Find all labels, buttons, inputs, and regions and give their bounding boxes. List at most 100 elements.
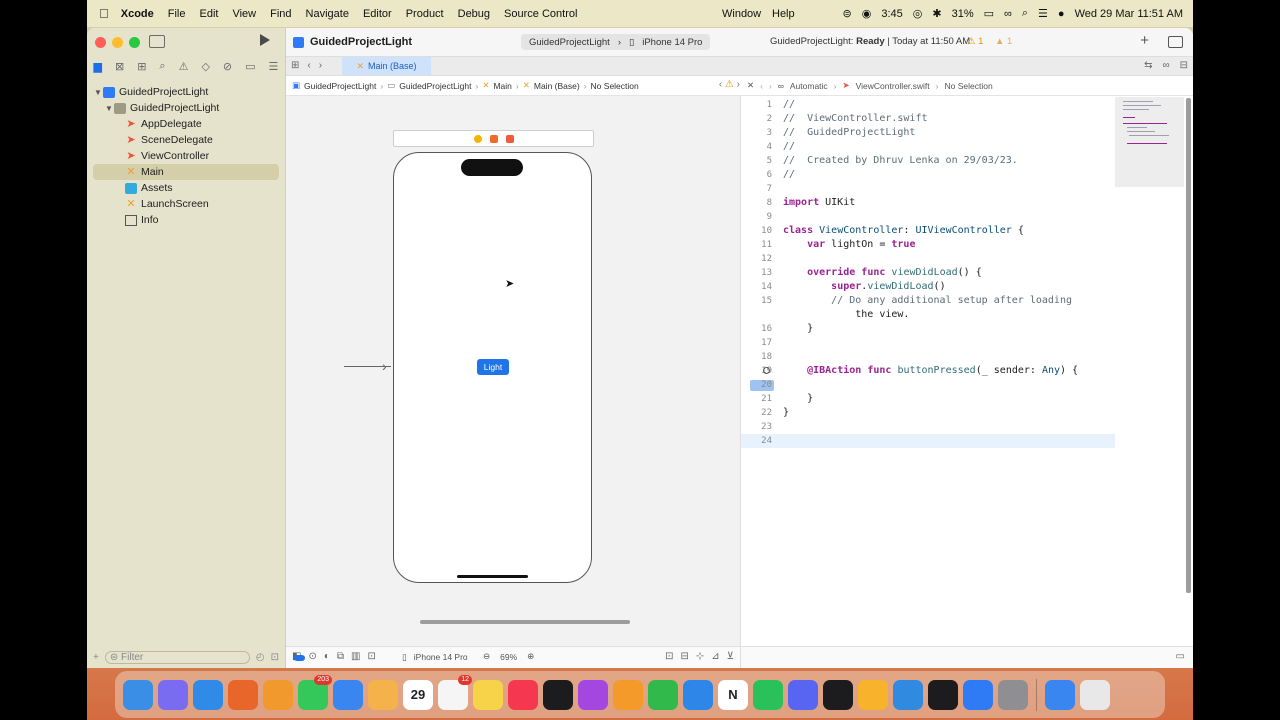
menu-product[interactable]: Product (406, 8, 444, 20)
code-line[interactable]: the view. (741, 308, 1115, 322)
code-line[interactable]: 1 // (741, 98, 1115, 112)
calendar-icon[interactable]: 29 (403, 679, 433, 710)
line-number[interactable]: 11 (741, 238, 772, 252)
jump-item[interactable]: Automatic (790, 81, 828, 91)
code-line[interactable]: 3 // GuidedProjectLight (741, 126, 1115, 140)
jump-item[interactable]: No Selection (945, 81, 993, 91)
notes-icon[interactable] (473, 679, 503, 710)
system-settings-icon[interactable] (998, 679, 1028, 710)
link-icon[interactable]: ∞ (1162, 60, 1169, 71)
code-line[interactable]: 2 // ViewController.swift (741, 112, 1115, 126)
numbers-icon[interactable] (648, 679, 678, 710)
line-number[interactable]: 21 (741, 392, 772, 406)
terminal-icon[interactable] (823, 679, 853, 710)
line-number[interactable]: 22 (741, 406, 772, 420)
line-number[interactable]: 9 (741, 210, 772, 224)
filter-options-icon[interactable]: ⊜ (110, 652, 118, 663)
launchpad-icon[interactable] (158, 679, 188, 710)
code-line[interactable]: 16 } (741, 322, 1115, 336)
line-number[interactable]: 4 (741, 140, 772, 154)
close-icon[interactable]: ✕ (747, 80, 754, 91)
first-responder-icon[interactable] (489, 134, 498, 143)
line-number[interactable]: 23 (741, 420, 772, 434)
bluetooth-icon[interactable]: ✱ (932, 7, 941, 20)
line-number[interactable]: 6 (741, 168, 772, 182)
music-icon[interactable] (508, 679, 538, 710)
tree-item-info[interactable]: Info (93, 212, 279, 228)
jump-item[interactable]: ViewController.swift (856, 81, 930, 91)
line-number[interactable]: 16 (741, 322, 772, 336)
line-number[interactable]: 13 (741, 266, 772, 280)
line-number[interactable]: 18 (741, 350, 772, 364)
filter-scm-icon[interactable]: ⊡ (271, 652, 279, 663)
jump-item[interactable]: GuidedProjectLight (304, 81, 376, 91)
chevron-down-icon[interactable]: ▼ (104, 104, 114, 113)
tree-item-appdelegate[interactable]: ➤ AppDelegate (93, 116, 279, 132)
code-line[interactable]: 13 override func viewDidLoad() { (741, 266, 1115, 280)
control-center-icon[interactable]: ☰ (1038, 7, 1048, 20)
code-line[interactable]: 17 (741, 336, 1115, 350)
menu-source-control[interactable]: Source Control (504, 8, 577, 20)
code-line[interactable]: 11 var lightOn = true (741, 238, 1115, 252)
code-line[interactable]: 12 (741, 252, 1115, 266)
jump-item[interactable]: Main (Base) (534, 81, 580, 91)
menu-edit[interactable]: Edit (200, 8, 219, 20)
code-line[interactable]: 22} (741, 406, 1115, 420)
run-destination-label[interactable]: iPhone 14 Pro (642, 37, 702, 48)
line-number[interactable]: 12 (741, 252, 772, 266)
source-control-tab-icon[interactable]: ⊠ (115, 60, 124, 73)
line-number[interactable]: 17 (741, 336, 772, 350)
toggle-inspector-icon[interactable] (1168, 36, 1183, 48)
forward-arrow-icon[interactable]: › (319, 60, 322, 71)
code-line[interactable]: 4 // (741, 140, 1115, 154)
code-line[interactable]: 24 (741, 434, 1115, 448)
menu-find[interactable]: Find (270, 8, 291, 20)
light-button[interactable]: Light (477, 359, 509, 375)
line-number[interactable]: 7 (741, 182, 772, 196)
code-line[interactable]: 19 @IBAction func buttonPressed(_ sender… (741, 364, 1115, 378)
line-number[interactable]: 8 (741, 196, 772, 210)
whatsapp-icon[interactable] (753, 679, 783, 710)
forward-arrow-icon[interactable]: › (769, 81, 772, 91)
reminders-icon[interactable]: 12 (438, 674, 472, 710)
menu-debug[interactable]: Debug (458, 8, 490, 20)
horizontal-scrollbar[interactable] (420, 620, 630, 624)
intellij-icon[interactable] (928, 679, 958, 710)
code-line[interactable]: 8 import UIKit (741, 196, 1115, 210)
source-code[interactable]: 1 // 2 // ViewController.swift 3 // GuidedPro… (741, 98, 1115, 448)
report-navigator-tab-icon[interactable]: ☰ (269, 60, 279, 73)
symbol-navigator-tab-icon[interactable]: ⊞ (137, 60, 146, 73)
menu-app-name[interactable]: Xcode (121, 8, 154, 20)
tree-item-scenedelegate[interactable]: ➤ SceneDelegate (93, 132, 279, 148)
debug-navigator-tab-icon[interactable]: ⊘ (223, 60, 232, 73)
issue-navigator-tab-icon[interactable]: ⚠ (179, 60, 189, 73)
mail-icon[interactable] (333, 679, 363, 710)
assistant-code-editor[interactable]: ✕ ‹ › ∞ Automatic › ➤ ViewController.swi… (741, 76, 1193, 668)
link-icon[interactable]: ∞ (778, 81, 784, 91)
podcasts-icon[interactable] (578, 679, 608, 710)
menu-help[interactable]: Help (772, 8, 795, 20)
close-window-button[interactable] (95, 37, 106, 48)
filter-input[interactable]: ⊜ Filter (104, 650, 250, 664)
tree-item-launchscreen[interactable]: ✕ LaunchScreen (93, 196, 279, 212)
finder-icon[interactable] (123, 679, 153, 710)
tree-item-project[interactable]: ▼ GuidedProjectLight (93, 84, 279, 100)
line-number[interactable]: 15 (741, 294, 772, 308)
line-number[interactable]: 2 (741, 112, 772, 126)
code-line[interactable]: 20 (741, 378, 1115, 392)
breakpoint-navigator-tab-icon[interactable]: ▭ (245, 60, 255, 73)
firefox-icon[interactable] (228, 679, 258, 710)
books-icon[interactable] (263, 679, 293, 710)
airdrop-icon[interactable]: ◎ (913, 7, 923, 20)
jump-item[interactable]: Main (493, 81, 511, 91)
ibaction-connection-icon[interactable] (763, 367, 770, 374)
discord-icon[interactable] (788, 679, 818, 710)
apple-menu-icon[interactable]:  (99, 6, 109, 21)
code-line[interactable]: 10 class ViewController: UIViewController… (741, 224, 1115, 238)
minimap[interactable] (1115, 97, 1184, 187)
trash-icon[interactable] (1080, 679, 1110, 710)
add-icon[interactable]: + (93, 652, 99, 663)
library-add-icon[interactable]: + (1140, 32, 1149, 49)
link-icon[interactable]: ∞ (1004, 8, 1012, 20)
code-line[interactable]: 7 (741, 182, 1115, 196)
